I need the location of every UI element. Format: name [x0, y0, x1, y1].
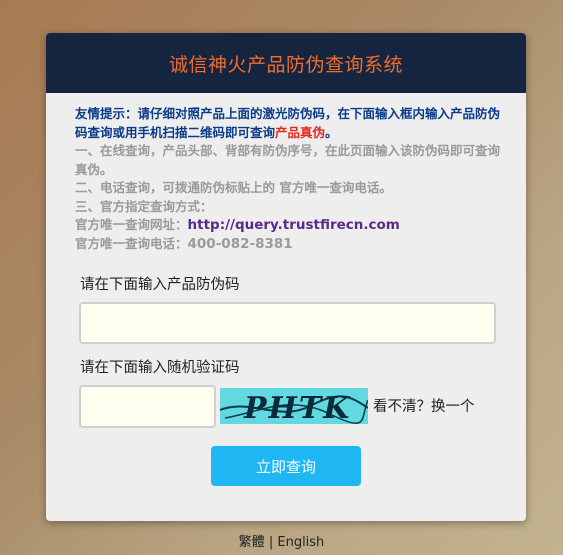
card-header: 诚信神火产品防伪查询系统: [46, 33, 526, 93]
notice-line-official: 三、官方指定查询方式：: [75, 198, 213, 214]
website-link[interactable]: http://query.trustfirecn.com: [188, 217, 400, 233]
website-label: 官方唯一查询网址：: [75, 217, 188, 232]
captcha-refresh-link[interactable]: 看不清？换一个: [373, 395, 475, 416]
captcha-text: PHTK: [243, 391, 351, 424]
lang-separator: |: [268, 535, 274, 550]
lang-traditional-link[interactable]: 繁體: [239, 535, 265, 550]
query-card: 诚信神火产品防伪查询系统 友情提示：请仔细对照产品上面的激光防伪码，在下面输入框…: [46, 33, 526, 521]
notice-tip-suffix: 。: [325, 124, 338, 140]
lang-english-link[interactable]: English: [277, 535, 324, 550]
notice-website: 官方唯一查询网址：http://query.trustfirecn.com: [75, 216, 505, 235]
notice-phone: 官方唯一查询电话：400-082-8381: [75, 235, 505, 254]
notice-block: 友情提示：请仔细对照产品上面的激光防伪码，在下面输入框内输入产品防伪码查询或用手…: [75, 105, 505, 253]
captcha-input[interactable]: [79, 385, 216, 428]
notice-line-online: 一、在线查询，产品头部、背部有防伪序号，在此页面输入该防伪码即可查询真伪。: [75, 143, 501, 177]
submit-button[interactable]: 立即查询: [211, 446, 361, 486]
notice-tip: 友情提示：请仔细对照产品上面的激光防伪码，在下面输入框内输入产品防伪码查询或用手…: [75, 105, 505, 142]
phone-number: 400-082-8381: [187, 235, 293, 252]
code-input[interactable]: [79, 302, 496, 344]
notice-tip-highlight: 产品真伪: [275, 124, 326, 140]
captcha-label: 请在下面输入随机验证码: [80, 360, 240, 376]
notice-line-phone: 二、电话查询，可拨通防伪标贴上的 官方唯一查询电话。: [75, 180, 392, 195]
phone-label: 官方唯一查询电话：: [75, 235, 188, 251]
captcha-image[interactable]: PHTK: [220, 388, 368, 424]
captcha-svg: PHTK: [220, 391, 368, 424]
language-switcher: 繁體 | English: [0, 531, 563, 550]
page-title: 诚信神火产品防伪查询系统: [168, 53, 403, 76]
code-label: 请在下面输入产品防伪码: [80, 277, 240, 293]
